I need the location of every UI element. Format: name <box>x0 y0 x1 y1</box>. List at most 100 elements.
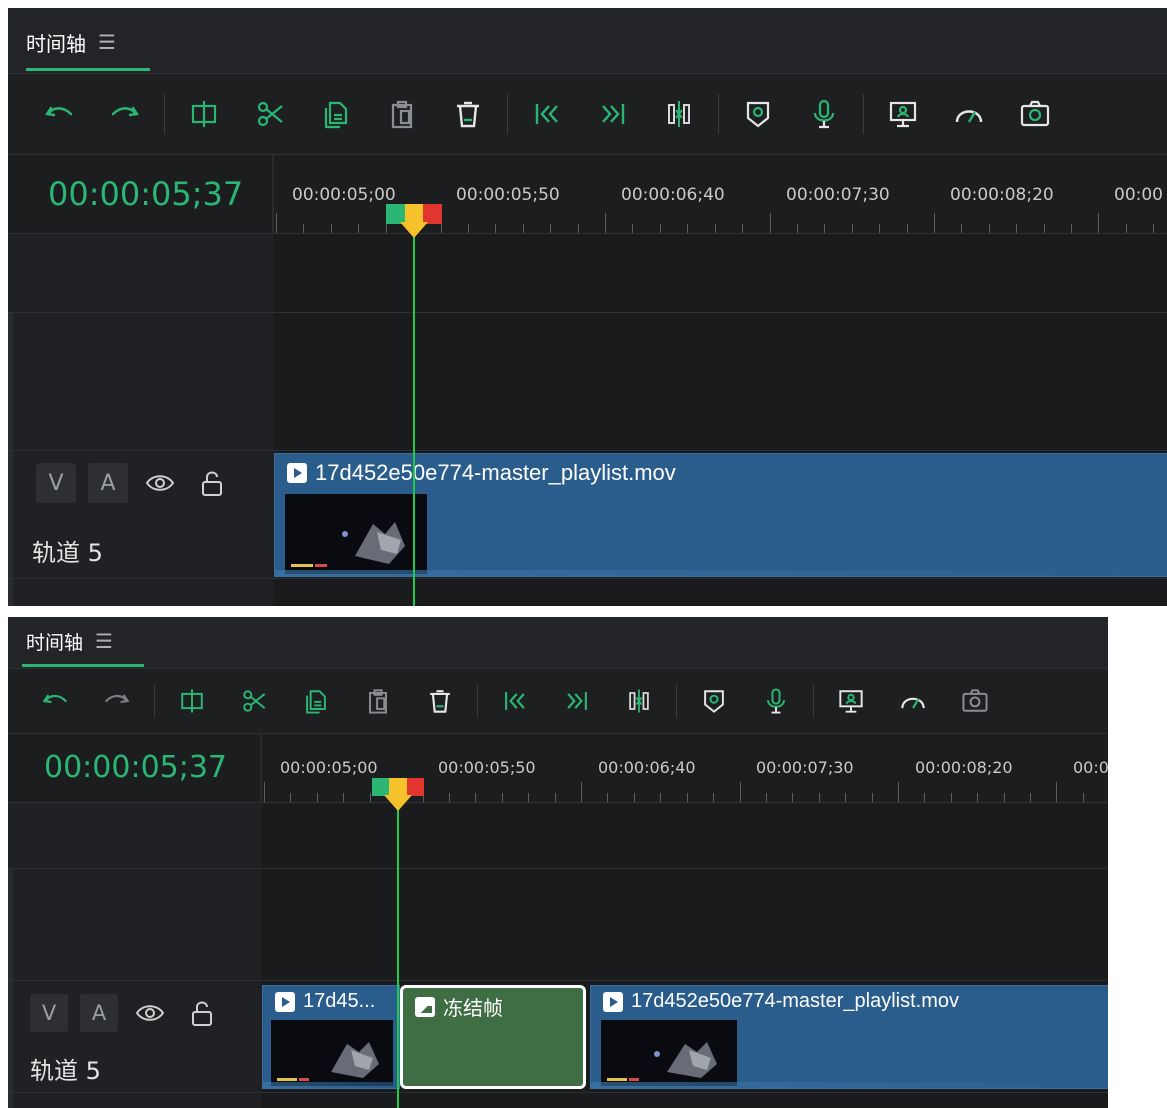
snapshot-icon[interactable] <box>944 679 1006 723</box>
speed-icon[interactable] <box>882 679 944 723</box>
track-lane[interactable]: 17d45... 冻结帧 17d452e50e774-master_playli… <box>262 981 1108 1092</box>
ruler-tick <box>634 793 635 802</box>
jump-end-icon[interactable] <box>580 88 646 140</box>
ruler-tick <box>907 224 908 233</box>
ruler-tick <box>742 224 743 233</box>
ruler-tick <box>1056 782 1057 802</box>
playhead-handle[interactable] <box>386 204 443 224</box>
track-lane[interactable] <box>274 313 1167 450</box>
ruler-tick-label: 00:00:05;50 <box>456 185 560 205</box>
undo-icon[interactable] <box>24 679 86 723</box>
eye-icon[interactable] <box>130 993 170 1033</box>
current-timecode: 00:00:05;37 <box>44 750 228 785</box>
playhead-handle[interactable] <box>372 778 424 796</box>
audio-toggle-button[interactable]: A <box>80 994 118 1032</box>
menu-icon[interactable]: ☰ <box>98 32 116 52</box>
copy-icon[interactable] <box>285 679 347 723</box>
ruler-tick <box>660 224 661 233</box>
panel-title: 时间轴 <box>26 631 84 654</box>
split-icon[interactable] <box>161 679 223 723</box>
track-lane[interactable] <box>274 235 1167 312</box>
ruler-tick <box>792 793 793 802</box>
audio-toggle-button[interactable]: A <box>88 463 128 503</box>
video-clip[interactable]: 17d452e50e774-master_playlist.mov <box>590 985 1108 1089</box>
toolbar-separator <box>154 684 155 718</box>
toolbar-separator <box>676 684 677 718</box>
timeline-header: 00:00:05;37 00:00:05;00 00:00:05;50 00:0… <box>8 733 1108 803</box>
toolbar-separator <box>477 684 478 718</box>
redo-icon[interactable] <box>92 88 158 140</box>
video-toggle-button[interactable]: V <box>30 994 68 1032</box>
cut-icon[interactable] <box>237 88 303 140</box>
ruler-tick <box>1044 224 1045 233</box>
ruler-tick <box>1153 224 1154 233</box>
speed-icon[interactable] <box>936 88 1002 140</box>
screen-record-icon[interactable] <box>870 88 936 140</box>
ruler-tick <box>989 224 990 233</box>
ruler-tick-label: 00:0 <box>1073 758 1108 777</box>
eye-icon[interactable] <box>140 463 180 503</box>
track-header <box>8 313 272 450</box>
menu-icon[interactable]: ☰ <box>95 631 113 651</box>
ruler-tick-label: 00:00:07;30 <box>786 185 890 205</box>
track-lane[interactable] <box>262 1093 1108 1108</box>
jump-start-icon[interactable] <box>484 679 546 723</box>
microphone-icon[interactable] <box>791 88 857 140</box>
ruler-tick <box>740 782 741 802</box>
track-lane[interactable] <box>262 869 1108 980</box>
empty-track <box>8 579 1167 606</box>
paste-icon[interactable] <box>347 679 409 723</box>
clip-label: 17d452e50e774-master_playlist.mov <box>287 460 676 486</box>
ruler-tick <box>605 213 606 233</box>
ruler-tick <box>386 224 387 233</box>
video-toggle-button[interactable]: V <box>36 463 76 503</box>
toolbar-separator <box>164 94 165 134</box>
track-lane[interactable]: 17d452e50e774-master_playlist.mov <box>274 451 1167 578</box>
ruler-tick-label: 00:00 <box>1114 185 1163 205</box>
copy-icon[interactable] <box>303 88 369 140</box>
freeze-frame-clip[interactable]: 冻结帧 <box>400 985 586 1089</box>
ruler-tick-label: 00:00:07;30 <box>756 758 854 777</box>
marker-icon[interactable] <box>683 679 745 723</box>
ruler-tick <box>468 224 469 233</box>
undo-icon[interactable] <box>26 88 92 140</box>
ruler-tick <box>1098 213 1099 233</box>
video-clip[interactable]: 17d45... <box>262 985 400 1089</box>
ruler-tick <box>1126 224 1127 233</box>
jump-end-icon[interactable] <box>546 679 608 723</box>
empty-track <box>8 313 1167 451</box>
unlock-icon[interactable] <box>182 993 222 1033</box>
freeze-frame-icon[interactable] <box>608 679 670 723</box>
jump-start-icon[interactable] <box>514 88 580 140</box>
track-header <box>8 235 272 312</box>
ruler-tick <box>607 793 608 802</box>
marker-icon[interactable] <box>725 88 791 140</box>
ruler-tick <box>495 224 496 233</box>
tab-timeline[interactable]: 时间轴 ☰ <box>26 629 113 654</box>
active-tab-underline <box>26 68 150 71</box>
playhead-arrow-icon <box>400 222 428 238</box>
ruler-tick <box>713 793 714 802</box>
freeze-frame-icon[interactable] <box>646 88 712 140</box>
snapshot-icon[interactable] <box>1002 88 1068 140</box>
ruler-tick <box>977 793 978 802</box>
delete-icon[interactable] <box>435 88 501 140</box>
video-clip-icon <box>275 991 295 1012</box>
tab-timeline[interactable]: 时间轴 ☰ <box>26 26 116 58</box>
video-clip[interactable]: 17d452e50e774-master_playlist.mov <box>274 453 1167 577</box>
split-icon[interactable] <box>171 88 237 140</box>
screen-record-icon[interactable] <box>820 679 882 723</box>
track-lane[interactable] <box>262 804 1108 868</box>
microphone-icon[interactable] <box>745 679 807 723</box>
ruler-tick <box>852 224 853 233</box>
toolbar-separator <box>718 94 719 134</box>
panel-titlebar: 时间轴 ☰ <box>8 8 1167 74</box>
redo-icon[interactable] <box>86 679 148 723</box>
cut-icon[interactable] <box>223 679 285 723</box>
delete-icon[interactable] <box>409 679 471 723</box>
track-controls: V A <box>30 993 222 1033</box>
ruler-tick <box>523 224 524 233</box>
unlock-icon[interactable] <box>192 463 232 503</box>
track-lane[interactable] <box>274 579 1167 606</box>
paste-icon[interactable] <box>369 88 435 140</box>
